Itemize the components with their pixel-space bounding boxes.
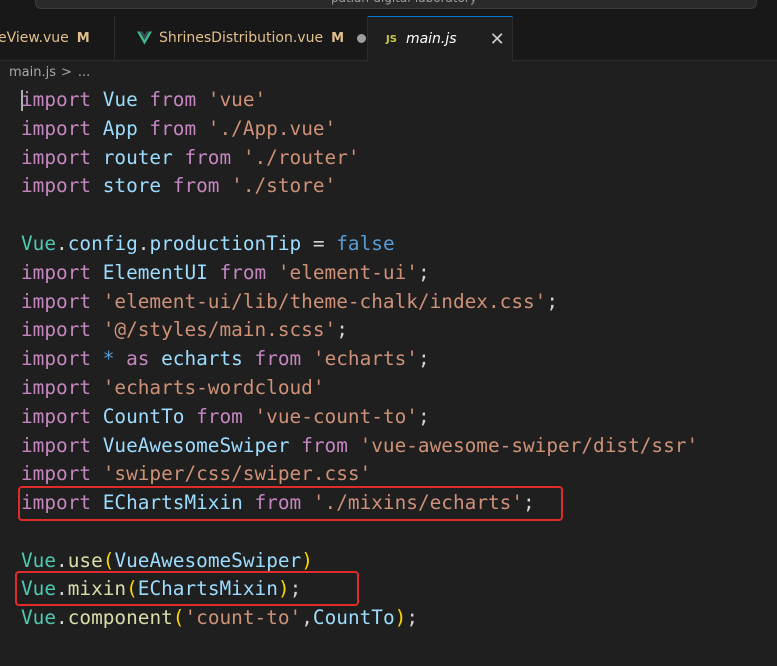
code-line-9[interactable]: import '@/styles/main.scss'; — [21, 315, 348, 344]
code-line-10[interactable]: import * as echarts from 'echarts'; — [21, 344, 430, 373]
vue-icon — [137, 31, 152, 45]
title-bar: patian-digital-laboratory — [0, 0, 777, 16]
tab-label: main.js — [405, 31, 457, 47]
code-line-7[interactable]: import ElementUI from 'element-ui'; — [21, 258, 430, 287]
tab-label: ShrinesDistribution.vue — [159, 30, 324, 46]
code-line-13[interactable]: import VueAwesomeSwiper from 'vue-awesom… — [21, 431, 698, 460]
breadcrumb-more[interactable]: ... — [78, 65, 90, 80]
tab-main-js[interactable]: JS main.js ✕ — [368, 16, 513, 61]
code-line-4[interactable]: import store from './store' — [21, 171, 336, 200]
git-modified-badge: M — [76, 30, 90, 46]
tab-shrines-distribution[interactable]: ShrinesDistribution.vue M — [115, 16, 368, 60]
code-line-6[interactable]: Vue.config.productionTip = false — [21, 229, 395, 258]
chevron-right-icon: > — [61, 64, 72, 80]
text-cursor — [21, 90, 23, 111]
highlight-box-import-mixin — [18, 486, 563, 521]
javascript-icon: JS — [386, 33, 397, 45]
code-line-14[interactable]: import 'swiper/css/swiper.css' — [21, 459, 371, 488]
breadcrumb: main.js > ... — [0, 61, 777, 83]
code-line-2[interactable]: import App from './App.vue' — [21, 114, 336, 143]
code-line-3[interactable]: import router from './router' — [21, 143, 360, 172]
breadcrumb-file[interactable]: main.js — [9, 65, 56, 80]
command-center-text: patian-digital-laboratory — [331, 0, 477, 5]
code-line-19[interactable]: Vue.component('count-to',CountTo); — [21, 603, 418, 632]
tab-eview[interactable]: eView.vue M — [0, 16, 115, 60]
editor-tab-bar: eView.vue M ShrinesDistribution.vue M JS… — [0, 16, 777, 61]
unsaved-dot-icon[interactable] — [357, 33, 367, 43]
code-line-8[interactable]: import 'element-ui/lib/theme-chalk/index… — [21, 287, 558, 316]
git-modified-badge: M — [331, 30, 345, 46]
code-line-12[interactable]: import CountTo from 'vue-count-to'; — [21, 402, 430, 431]
code-line-1[interactable]: import Vue from 'vue' — [21, 85, 266, 114]
tab-label: eView.vue — [0, 30, 69, 46]
command-center-search[interactable]: patian-digital-laboratory — [35, 0, 757, 9]
code-line-11[interactable]: import 'echarts-wordcloud' — [21, 373, 325, 402]
close-icon[interactable]: ✕ — [490, 29, 505, 50]
highlight-box-vue-mixin — [15, 571, 359, 606]
